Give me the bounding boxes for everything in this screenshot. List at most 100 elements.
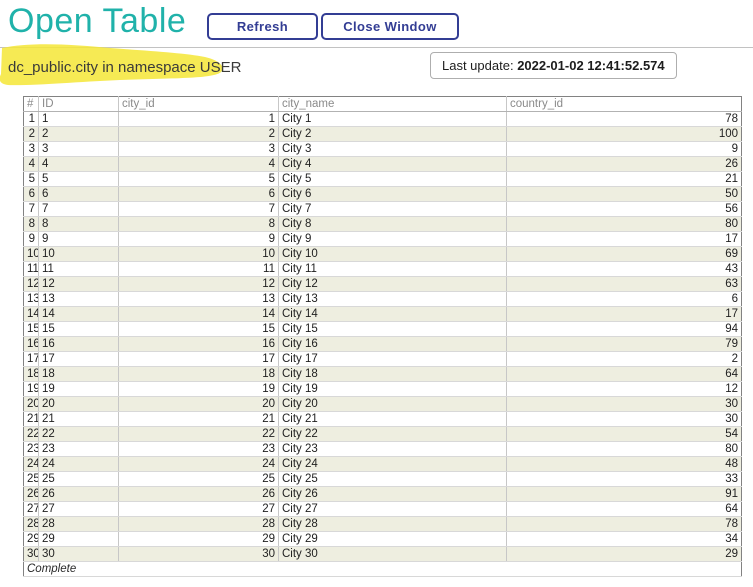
table-row: 9 9 9 City 9 17 <box>24 232 742 247</box>
table-namespace-label: dc_public.city in namespace USER <box>8 59 241 76</box>
cell-city-id: 22 <box>119 427 279 442</box>
cell-rownum: 12 <box>24 277 39 292</box>
cell-city-id: 6 <box>119 187 279 202</box>
cell-city-id: 21 <box>119 412 279 427</box>
cell-id: 10 <box>39 247 119 262</box>
cell-city-id: 23 <box>119 442 279 457</box>
table-row: 29 29 29 City 29 34 <box>24 532 742 547</box>
cell-rownum: 21 <box>24 412 39 427</box>
cell-id: 2 <box>39 127 119 142</box>
cell-city-id: 12 <box>119 277 279 292</box>
cell-country-id: 94 <box>507 322 742 337</box>
cell-rownum: 4 <box>24 157 39 172</box>
cell-city-name: City 27 <box>279 502 507 517</box>
table-row: 13 13 13 City 13 6 <box>24 292 742 307</box>
close-window-button[interactable]: Close Window <box>321 13 459 40</box>
cell-id: 4 <box>39 157 119 172</box>
cell-id: 19 <box>39 382 119 397</box>
table-row: 23 23 23 City 23 80 <box>24 442 742 457</box>
table-row: 1 1 1 City 1 78 <box>24 112 742 127</box>
table-row: 24 24 24 City 24 48 <box>24 457 742 472</box>
cell-country-id: 12 <box>507 382 742 397</box>
cell-city-id: 4 <box>119 157 279 172</box>
cell-city-id: 26 <box>119 487 279 502</box>
cell-rownum: 27 <box>24 502 39 517</box>
cell-city-name: City 4 <box>279 157 507 172</box>
cell-city-id: 27 <box>119 502 279 517</box>
cell-city-id: 24 <box>119 457 279 472</box>
cell-city-name: City 3 <box>279 142 507 157</box>
cell-city-id: 13 <box>119 292 279 307</box>
cell-rownum: 10 <box>24 247 39 262</box>
cell-city-id: 10 <box>119 247 279 262</box>
cell-rownum: 28 <box>24 517 39 532</box>
table-row: 27 27 27 City 27 64 <box>24 502 742 517</box>
table-row: 28 28 28 City 28 78 <box>24 517 742 532</box>
cell-rownum: 20 <box>24 397 39 412</box>
cell-id: 22 <box>39 427 119 442</box>
cell-id: 24 <box>39 457 119 472</box>
cell-city-name: City 18 <box>279 367 507 382</box>
cell-id: 26 <box>39 487 119 502</box>
cell-rownum: 23 <box>24 442 39 457</box>
table-row: 25 25 25 City 25 33 <box>24 472 742 487</box>
last-update-value: 2022-01-02 12:41:52.574 <box>517 58 664 73</box>
table-row: 8 8 8 City 8 80 <box>24 217 742 232</box>
table-header-row: # ID city_id city_name country_id <box>24 97 742 112</box>
cell-rownum: 8 <box>24 217 39 232</box>
table-row: 30 30 30 City 30 29 <box>24 547 742 562</box>
cell-country-id: 64 <box>507 367 742 382</box>
cell-city-name: City 17 <box>279 352 507 367</box>
cell-id: 20 <box>39 397 119 412</box>
cell-rownum: 9 <box>24 232 39 247</box>
cell-country-id: 30 <box>507 412 742 427</box>
table-row: 7 7 7 City 7 56 <box>24 202 742 217</box>
table-row: 3 3 3 City 3 9 <box>24 142 742 157</box>
cell-city-name: City 2 <box>279 127 507 142</box>
table-row: 26 26 26 City 26 91 <box>24 487 742 502</box>
column-header-city-name: city_name <box>279 97 507 112</box>
cell-rownum: 15 <box>24 322 39 337</box>
cell-id: 30 <box>39 547 119 562</box>
cell-rownum: 6 <box>24 187 39 202</box>
cell-city-name: City 20 <box>279 397 507 412</box>
table-row: 6 6 6 City 6 50 <box>24 187 742 202</box>
cell-city-name: City 29 <box>279 532 507 547</box>
cell-city-id: 20 <box>119 397 279 412</box>
cell-city-name: City 14 <box>279 307 507 322</box>
cell-rownum: 29 <box>24 532 39 547</box>
cell-city-id: 15 <box>119 322 279 337</box>
cell-city-id: 2 <box>119 127 279 142</box>
cell-city-name: City 24 <box>279 457 507 472</box>
cell-city-name: City 6 <box>279 187 507 202</box>
cell-rownum: 3 <box>24 142 39 157</box>
cell-rownum: 11 <box>24 262 39 277</box>
cell-id: 18 <box>39 367 119 382</box>
cell-id: 9 <box>39 232 119 247</box>
cell-rownum: 22 <box>24 427 39 442</box>
cell-city-name: City 21 <box>279 412 507 427</box>
cell-city-id: 3 <box>119 142 279 157</box>
city-table: # ID city_id city_name country_id 1 1 1 … <box>23 96 742 577</box>
cell-city-id: 9 <box>119 232 279 247</box>
cell-city-name: City 5 <box>279 172 507 187</box>
cell-city-name: City 10 <box>279 247 507 262</box>
cell-country-id: 34 <box>507 532 742 547</box>
cell-country-id: 43 <box>507 262 742 277</box>
cell-id: 3 <box>39 142 119 157</box>
cell-id: 13 <box>39 292 119 307</box>
table-row: 2 2 2 City 2 100 <box>24 127 742 142</box>
refresh-button[interactable]: Refresh <box>207 13 318 40</box>
table-row: 17 17 17 City 17 2 <box>24 352 742 367</box>
cell-city-id: 30 <box>119 547 279 562</box>
cell-country-id: 80 <box>507 442 742 457</box>
cell-id: 1 <box>39 112 119 127</box>
cell-city-id: 11 <box>119 262 279 277</box>
table-body: 1 1 1 City 1 78 2 2 2 City 2 100 3 3 3 C… <box>24 112 742 562</box>
cell-country-id: 2 <box>507 352 742 367</box>
cell-city-name: City 23 <box>279 442 507 457</box>
cell-country-id: 63 <box>507 277 742 292</box>
cell-city-name: City 7 <box>279 202 507 217</box>
cell-id: 6 <box>39 187 119 202</box>
cell-city-id: 1 <box>119 112 279 127</box>
